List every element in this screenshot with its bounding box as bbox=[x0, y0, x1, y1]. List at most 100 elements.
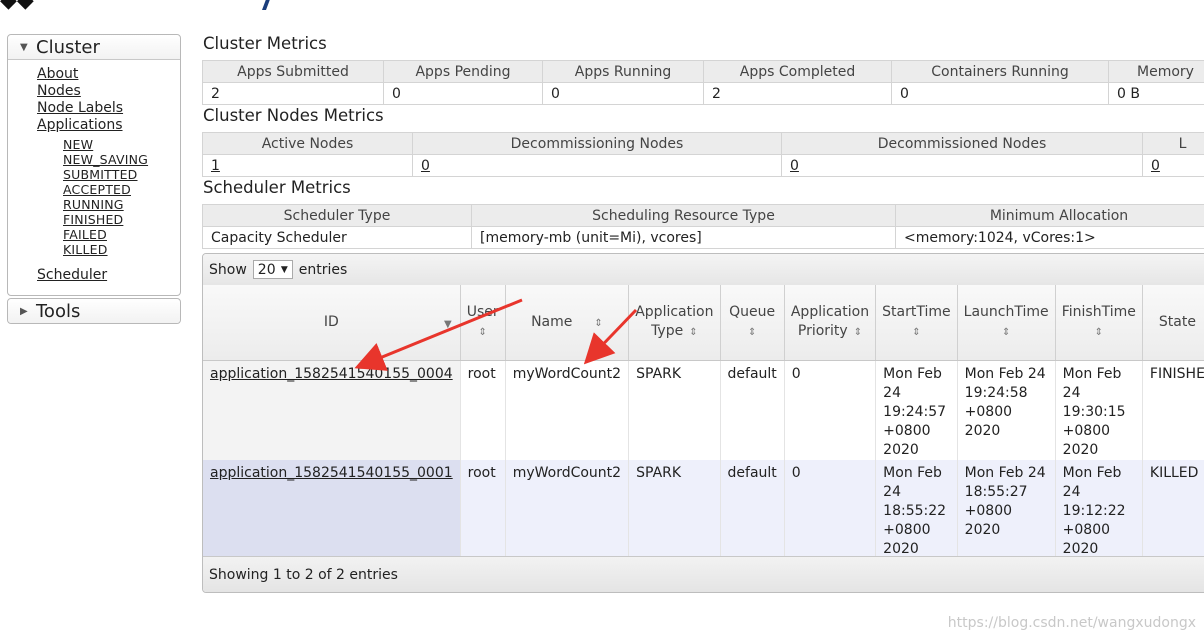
value-apps-pending: 0 bbox=[383, 82, 543, 105]
scheduler-metrics-table: Scheduler Type Scheduling Resource Type … bbox=[202, 204, 1204, 249]
header-containers-running: Containers Running bbox=[891, 60, 1109, 83]
header-apps-submitted: Apps Submitted bbox=[202, 60, 384, 83]
nav-state-submitted[interactable]: SUBMITTED bbox=[63, 167, 148, 182]
cell-starttime: Mon Feb 24 19:24:57 +0800 2020 bbox=[875, 360, 958, 460]
nav-link-nodes[interactable]: Nodes bbox=[37, 83, 123, 100]
cell-queue: default bbox=[720, 360, 785, 460]
column-header-application-priority[interactable]: Application Priority ⇕ bbox=[784, 285, 877, 361]
header-scheduling-resource-type: Scheduling Resource Type bbox=[471, 204, 896, 227]
sort-desc-icon: ▼ bbox=[443, 319, 452, 330]
value-apps-submitted: 2 bbox=[202, 82, 384, 105]
value-active-nodes[interactable]: 1 bbox=[211, 158, 220, 174]
value-scheduling-resource-type: [memory-mb (unit=Mi), vcores] bbox=[471, 226, 896, 249]
cluster-nav: ▼ Cluster About Nodes Node Labels Applic… bbox=[7, 34, 181, 296]
logo-slash-icon bbox=[262, 0, 270, 10]
nav-state-finished[interactable]: FINISHED bbox=[63, 212, 148, 227]
nav-state-failed[interactable]: FAILED bbox=[63, 227, 148, 242]
cluster-nav-title: Cluster bbox=[36, 36, 100, 58]
watermark: https://blog.csdn.net/wangxudongx bbox=[947, 615, 1196, 631]
cell-name: myWordCount2 bbox=[505, 360, 630, 460]
column-header-starttime[interactable]: StartTime ⇕ bbox=[875, 285, 958, 361]
sort-icon: ⇕ bbox=[1001, 327, 1011, 338]
cell-launchtime: Mon Feb 24 19:24:58 +0800 2020 bbox=[957, 360, 1056, 460]
cluster-nav-header[interactable]: ▼ Cluster bbox=[8, 35, 180, 60]
nav-link-applications[interactable]: Applications bbox=[37, 117, 123, 134]
nav-state-killed[interactable]: KILLED bbox=[63, 242, 148, 257]
value-minimum-allocation: <memory:1024, vCores:1> bbox=[895, 226, 1204, 249]
cell-type: SPARK bbox=[628, 360, 721, 460]
column-header-state[interactable]: State bbox=[1142, 285, 1204, 361]
cell-user: root bbox=[460, 360, 506, 460]
scheduler-metrics-title: Scheduler Metrics bbox=[203, 178, 351, 197]
cell-state: KILLED bbox=[1142, 460, 1204, 559]
cell-finishtime: Mon Feb 24 19:12:22 +0800 2020 bbox=[1055, 460, 1143, 559]
nav-state-accepted[interactable]: ACCEPTED bbox=[63, 182, 148, 197]
sort-icon: ⇕ bbox=[478, 327, 487, 338]
nodes-metrics-title: Cluster Nodes Metrics bbox=[203, 106, 384, 125]
table-row: application_1582541540155_0004 root myWo… bbox=[203, 360, 1204, 460]
dropdown-arrow-icon: ▼ bbox=[280, 264, 288, 275]
cell-type: SPARK bbox=[628, 460, 721, 559]
header-lost-nodes: L bbox=[1142, 132, 1204, 155]
cluster-metrics-table: Apps Submitted Apps Pending Apps Running… bbox=[202, 60, 1204, 105]
header-minimum-allocation: Minimum Allocation bbox=[895, 204, 1204, 227]
column-header-name[interactable]: Name ⇕ bbox=[505, 285, 630, 361]
nodes-metrics-table: Active Nodes Decommissioning Nodes Decom… bbox=[202, 132, 1204, 177]
page-size-select[interactable]: 20 ▼ bbox=[252, 260, 293, 279]
column-header-queue[interactable]: Queue ⇕ bbox=[720, 285, 785, 361]
sort-icon: ⇕ bbox=[912, 327, 921, 338]
cell-priority: 0 bbox=[784, 460, 877, 559]
cell-state: FINISHE bbox=[1142, 360, 1204, 460]
entries-label: entries bbox=[298, 261, 348, 278]
triangle-down-icon: ▼ bbox=[20, 41, 28, 53]
application-id-link[interactable]: application_1582541540155_0001 bbox=[210, 465, 453, 481]
nav-link-about[interactable]: About bbox=[37, 66, 123, 83]
header-active-nodes: Active Nodes bbox=[202, 132, 413, 155]
header-apps-completed: Apps Completed bbox=[703, 60, 892, 83]
header-apps-running: Apps Running bbox=[542, 60, 704, 83]
cell-queue: default bbox=[720, 460, 785, 559]
header-scheduler-type: Scheduler Type bbox=[202, 204, 472, 227]
value-containers-running: 0 bbox=[891, 82, 1109, 105]
applications-panel: Show 20 ▼ entries ID ▼ User ⇕ Name ⇕ Applic… bbox=[202, 253, 1204, 593]
header-apps-pending: Apps Pending bbox=[383, 60, 543, 83]
nav-link-scheduler[interactable]: Scheduler bbox=[37, 267, 107, 283]
value-decommissioned-nodes[interactable]: 0 bbox=[790, 158, 799, 174]
show-label: Show bbox=[209, 261, 247, 278]
nav-state-running[interactable]: RUNNING bbox=[63, 197, 148, 212]
cell-user: root bbox=[460, 460, 506, 559]
sort-icon: ⇕ bbox=[594, 317, 603, 329]
column-header-launchtime[interactable]: LaunchTime ⇕ bbox=[957, 285, 1056, 361]
column-header-id[interactable]: ID ▼ bbox=[203, 285, 461, 361]
value-lost-nodes[interactable]: 0 bbox=[1151, 158, 1160, 174]
column-header-user[interactable]: User ⇕ bbox=[460, 285, 506, 361]
tools-nav-title: Tools bbox=[36, 300, 81, 322]
nav-state-new[interactable]: NEW bbox=[63, 137, 148, 152]
sort-icon: ⇕ bbox=[853, 327, 863, 338]
show-entries-bar: Show 20 ▼ entries bbox=[203, 254, 1204, 286]
nav-state-new-saving[interactable]: NEW_SAVING bbox=[63, 152, 148, 167]
sort-icon: ⇕ bbox=[689, 327, 698, 338]
value-decommissioning-nodes[interactable]: 0 bbox=[421, 158, 430, 174]
tools-nav-header[interactable]: ▶ Tools bbox=[8, 299, 180, 323]
header-memory: Memory bbox=[1108, 60, 1204, 83]
table-info-text: Showing 1 to 2 of 2 entries bbox=[209, 567, 398, 583]
tools-nav: ▶ Tools bbox=[7, 298, 181, 324]
cell-starttime: Mon Feb 24 18:55:22 +0800 2020 bbox=[875, 460, 958, 559]
value-memory: 0 B bbox=[1108, 82, 1204, 105]
sort-icon: ⇕ bbox=[747, 327, 757, 338]
applications-table: ID ▼ User ⇕ Name ⇕ Application Type ⇕ Queue ⇕… bbox=[203, 285, 1204, 559]
cell-finishtime: Mon Feb 24 19:30:15 +0800 2020 bbox=[1055, 360, 1143, 460]
column-header-finishtime[interactable]: FinishTime ⇕ bbox=[1055, 285, 1143, 361]
value-apps-running: 0 bbox=[542, 82, 704, 105]
value-scheduler-type: Capacity Scheduler bbox=[202, 226, 472, 249]
cell-launchtime: Mon Feb 24 18:55:27 +0800 2020 bbox=[957, 460, 1056, 559]
nav-link-node-labels[interactable]: Node Labels bbox=[37, 100, 123, 117]
column-header-application-type[interactable]: Application Type ⇕ bbox=[628, 285, 721, 361]
application-id-link[interactable]: application_1582541540155_0004 bbox=[210, 366, 453, 382]
cluster-metrics-title: Cluster Metrics bbox=[203, 34, 327, 53]
triangle-right-icon: ▶ bbox=[20, 305, 28, 317]
cell-name: myWordCount2 bbox=[505, 460, 630, 559]
table-info-bar: Showing 1 to 2 of 2 entries bbox=[203, 556, 1204, 592]
cell-priority: 0 bbox=[784, 360, 877, 460]
